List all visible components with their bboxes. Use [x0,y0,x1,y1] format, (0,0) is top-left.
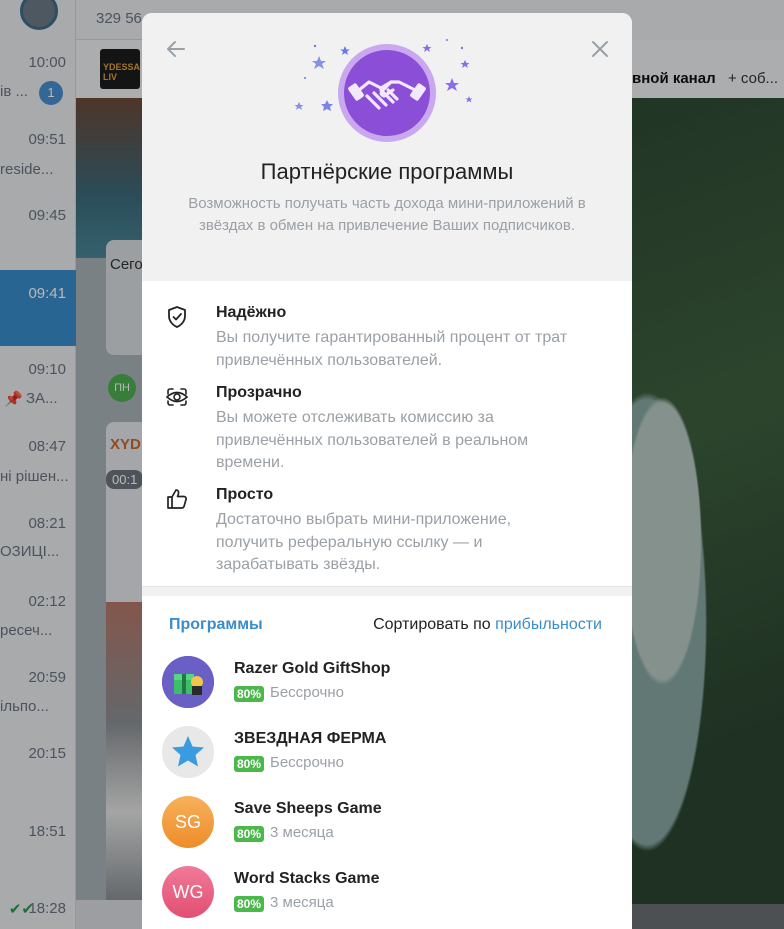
commission-badge: 80% [234,826,265,842]
affiliate-programs-modal: Партнёрские программы Возможность получа… [142,13,632,929]
handshake-hero-icon [294,39,473,142]
program-term: Бессрочно [270,684,344,701]
close-button[interactable] [586,35,614,63]
feature-description: Вы можете отслеживать комиссию за привле… [216,409,529,471]
feature-description: Достаточно выбрать мини-приложение, полу… [216,511,512,573]
commission-badge: 80% [234,686,265,702]
program-name: ЗВЕЗДНАЯ ФЕРМА [234,730,387,747]
program-item[interactable]: SG Save Sheeps Game 80% 3 месяца [142,796,632,866]
sort-label: Сортировать по [373,616,491,633]
program-name: Word Stacks Game [234,870,380,887]
commission-badge: 80% [234,756,265,772]
program-term: Бессрочно [270,754,344,771]
program-term: 3 месяца [270,894,334,911]
sort-dropdown[interactable]: прибыльности [495,616,602,633]
program-item[interactable]: ЗВЕЗДНАЯ ФЕРМА 80% Бессрочно [142,726,632,796]
feature-name: Прозрачно [216,384,302,401]
eye-sparkle-icon [165,388,189,406]
program-term: 3 месяца [270,824,334,841]
program-name: Razer Gold GiftShop [234,660,391,677]
back-button[interactable] [162,35,190,63]
commission-badge: 80% [234,896,265,912]
program-item[interactable]: Razer Gold GiftShop 80% Бессрочно [142,656,632,726]
feature-description: Вы получите гарантированный процент от т… [216,329,568,369]
modal-subtitle: Возможность получать часть дохода мини-п… [188,195,586,234]
program-name: Save Sheeps Game [234,800,382,817]
program-avatar [162,726,214,778]
shield-check-icon [168,306,186,328]
modal-title: Партнёрские программы [260,159,514,184]
feature-name: Надёжно [216,304,287,321]
program-avatar: WG [162,866,214,918]
modal-header: Партнёрские программы Возможность получа… [142,13,632,281]
feature-name: Просто [216,486,274,503]
sort-control: Сортировать по прибыльности [373,616,602,634]
section-divider [142,586,632,596]
thumbs-up-icon [167,489,187,509]
program-avatar: SG [162,796,214,848]
program-item[interactable]: WG Word Stacks Game 80% 3 месяца [142,866,632,929]
star-icon [162,726,214,778]
program-avatar [162,656,214,708]
gift-box-icon [162,656,214,708]
close-icon [592,41,608,57]
arrow-left-icon [167,41,185,57]
programs-section-title: Программы [169,616,263,633]
